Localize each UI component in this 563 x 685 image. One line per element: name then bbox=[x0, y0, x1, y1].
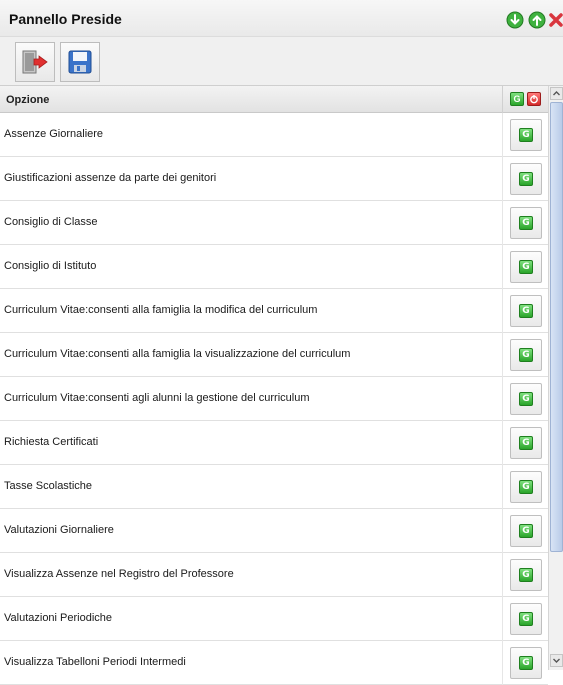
table-row: Curriculum Vitae:consenti alla famiglia … bbox=[0, 333, 548, 377]
cell-divider bbox=[502, 157, 503, 201]
exit-door-icon bbox=[22, 50, 48, 74]
grant-permission-button[interactable]: G bbox=[510, 383, 542, 415]
option-label: Assenze Giornaliere bbox=[4, 128, 104, 140]
option-label: Consiglio di Istituto bbox=[4, 260, 97, 272]
g-green-icon: G bbox=[519, 568, 533, 582]
power-red-icon[interactable] bbox=[527, 92, 541, 106]
grant-permission-button[interactable]: G bbox=[510, 427, 542, 459]
option-label: Richiesta Certificati bbox=[4, 436, 99, 448]
grant-permission-button[interactable]: G bbox=[510, 119, 542, 151]
option-label: Curriculum Vitae:consenti alla famiglia … bbox=[4, 304, 318, 316]
cell-divider bbox=[502, 201, 503, 245]
vertical-scrollbar[interactable] bbox=[548, 86, 563, 670]
cell-divider bbox=[502, 289, 503, 333]
exit-button[interactable] bbox=[15, 42, 55, 82]
g-green-icon: G bbox=[519, 524, 533, 538]
table-row: Consiglio di Istituto G bbox=[0, 245, 548, 289]
table-row: Valutazioni Giornaliere G bbox=[0, 509, 548, 553]
column-divider bbox=[502, 86, 503, 113]
option-label: Curriculum Vitae:consenti agli alunni la… bbox=[4, 392, 310, 404]
option-list: Assenze Giornaliere G Giustificazioni asse… bbox=[0, 113, 548, 685]
window-titlebar: Pannello Preside bbox=[0, 0, 563, 36]
table-row: Consiglio di Classe G bbox=[0, 201, 548, 245]
window-title: Pannello Preside bbox=[9, 11, 122, 27]
table-row: Valutazioni Periodiche G bbox=[0, 597, 548, 641]
column-header-opzione: Opzione bbox=[6, 94, 50, 106]
grid-header: Opzione G bbox=[0, 86, 548, 113]
g-green-icon: G bbox=[519, 480, 533, 494]
g-green-icon: G bbox=[519, 216, 533, 230]
cell-divider bbox=[502, 333, 503, 377]
grant-permission-button[interactable]: G bbox=[510, 207, 542, 239]
g-green-icon: G bbox=[519, 348, 533, 362]
option-label: Curriculum Vitae:consenti alla famiglia … bbox=[4, 348, 351, 360]
cell-divider bbox=[502, 465, 503, 509]
table-row: Tasse Scolastiche G bbox=[0, 465, 548, 509]
table-row: Visualizza Tabelloni Periodi Intermedi G bbox=[0, 641, 548, 685]
cell-divider bbox=[502, 245, 503, 289]
grant-permission-button[interactable]: G bbox=[510, 471, 542, 503]
table-row: Richiesta Certificati G bbox=[0, 421, 548, 465]
option-label: Consiglio di Classe bbox=[4, 216, 98, 228]
arrow-up-icon[interactable] bbox=[528, 11, 546, 29]
table-row: Assenze Giornaliere G bbox=[0, 113, 548, 157]
save-button[interactable] bbox=[60, 42, 100, 82]
g-green-icon: G bbox=[519, 392, 533, 406]
g-green-icon: G bbox=[519, 612, 533, 626]
g-green-icon: G bbox=[519, 656, 533, 670]
g-green-icon: G bbox=[519, 260, 533, 274]
cell-divider bbox=[502, 597, 503, 641]
g-green-icon[interactable]: G bbox=[510, 92, 524, 106]
cell-divider bbox=[502, 553, 503, 597]
grant-permission-button[interactable]: G bbox=[510, 603, 542, 635]
option-label: Valutazioni Periodiche bbox=[4, 612, 113, 624]
g-green-icon: G bbox=[519, 128, 533, 142]
toolbar bbox=[0, 36, 563, 86]
table-row: Giustificazioni assenze da parte dei gen… bbox=[0, 157, 548, 201]
cell-divider bbox=[502, 113, 503, 157]
grant-permission-button[interactable]: G bbox=[510, 251, 542, 283]
g-green-icon: G bbox=[519, 172, 533, 186]
cell-divider bbox=[502, 641, 503, 685]
scrollbar-thumb[interactable] bbox=[550, 102, 563, 552]
table-row: Curriculum Vitae:consenti alla famiglia … bbox=[0, 289, 548, 333]
scroll-up-arrow-icon[interactable] bbox=[550, 87, 563, 100]
grant-permission-button[interactable]: G bbox=[510, 515, 542, 547]
cell-divider bbox=[502, 509, 503, 553]
grant-permission-button[interactable]: G bbox=[510, 339, 542, 371]
option-label: Visualizza Assenze nel Registro del Prof… bbox=[4, 568, 234, 580]
floppy-disk-icon bbox=[68, 50, 92, 74]
grant-permission-button[interactable]: G bbox=[510, 559, 542, 591]
g-green-icon: G bbox=[519, 304, 533, 318]
option-label: Giustificazioni assenze da parte dei gen… bbox=[4, 172, 217, 184]
scroll-down-arrow-icon[interactable] bbox=[550, 654, 563, 667]
option-label: Valutazioni Giornaliere bbox=[4, 524, 114, 536]
option-label: Tasse Scolastiche bbox=[4, 480, 93, 492]
cell-divider bbox=[502, 421, 503, 465]
table-row: Curriculum Vitae:consenti agli alunni la… bbox=[0, 377, 548, 421]
table-row: Visualizza Assenze nel Registro del Prof… bbox=[0, 553, 548, 597]
option-label: Visualizza Tabelloni Periodi Intermedi bbox=[4, 656, 186, 668]
cell-divider bbox=[502, 377, 503, 421]
close-icon[interactable] bbox=[548, 11, 563, 29]
g-green-icon: G bbox=[519, 436, 533, 450]
grant-permission-button[interactable]: G bbox=[510, 163, 542, 195]
grant-permission-button[interactable]: G bbox=[510, 647, 542, 679]
arrow-down-icon[interactable] bbox=[506, 11, 524, 29]
grant-permission-button[interactable]: G bbox=[510, 295, 542, 327]
